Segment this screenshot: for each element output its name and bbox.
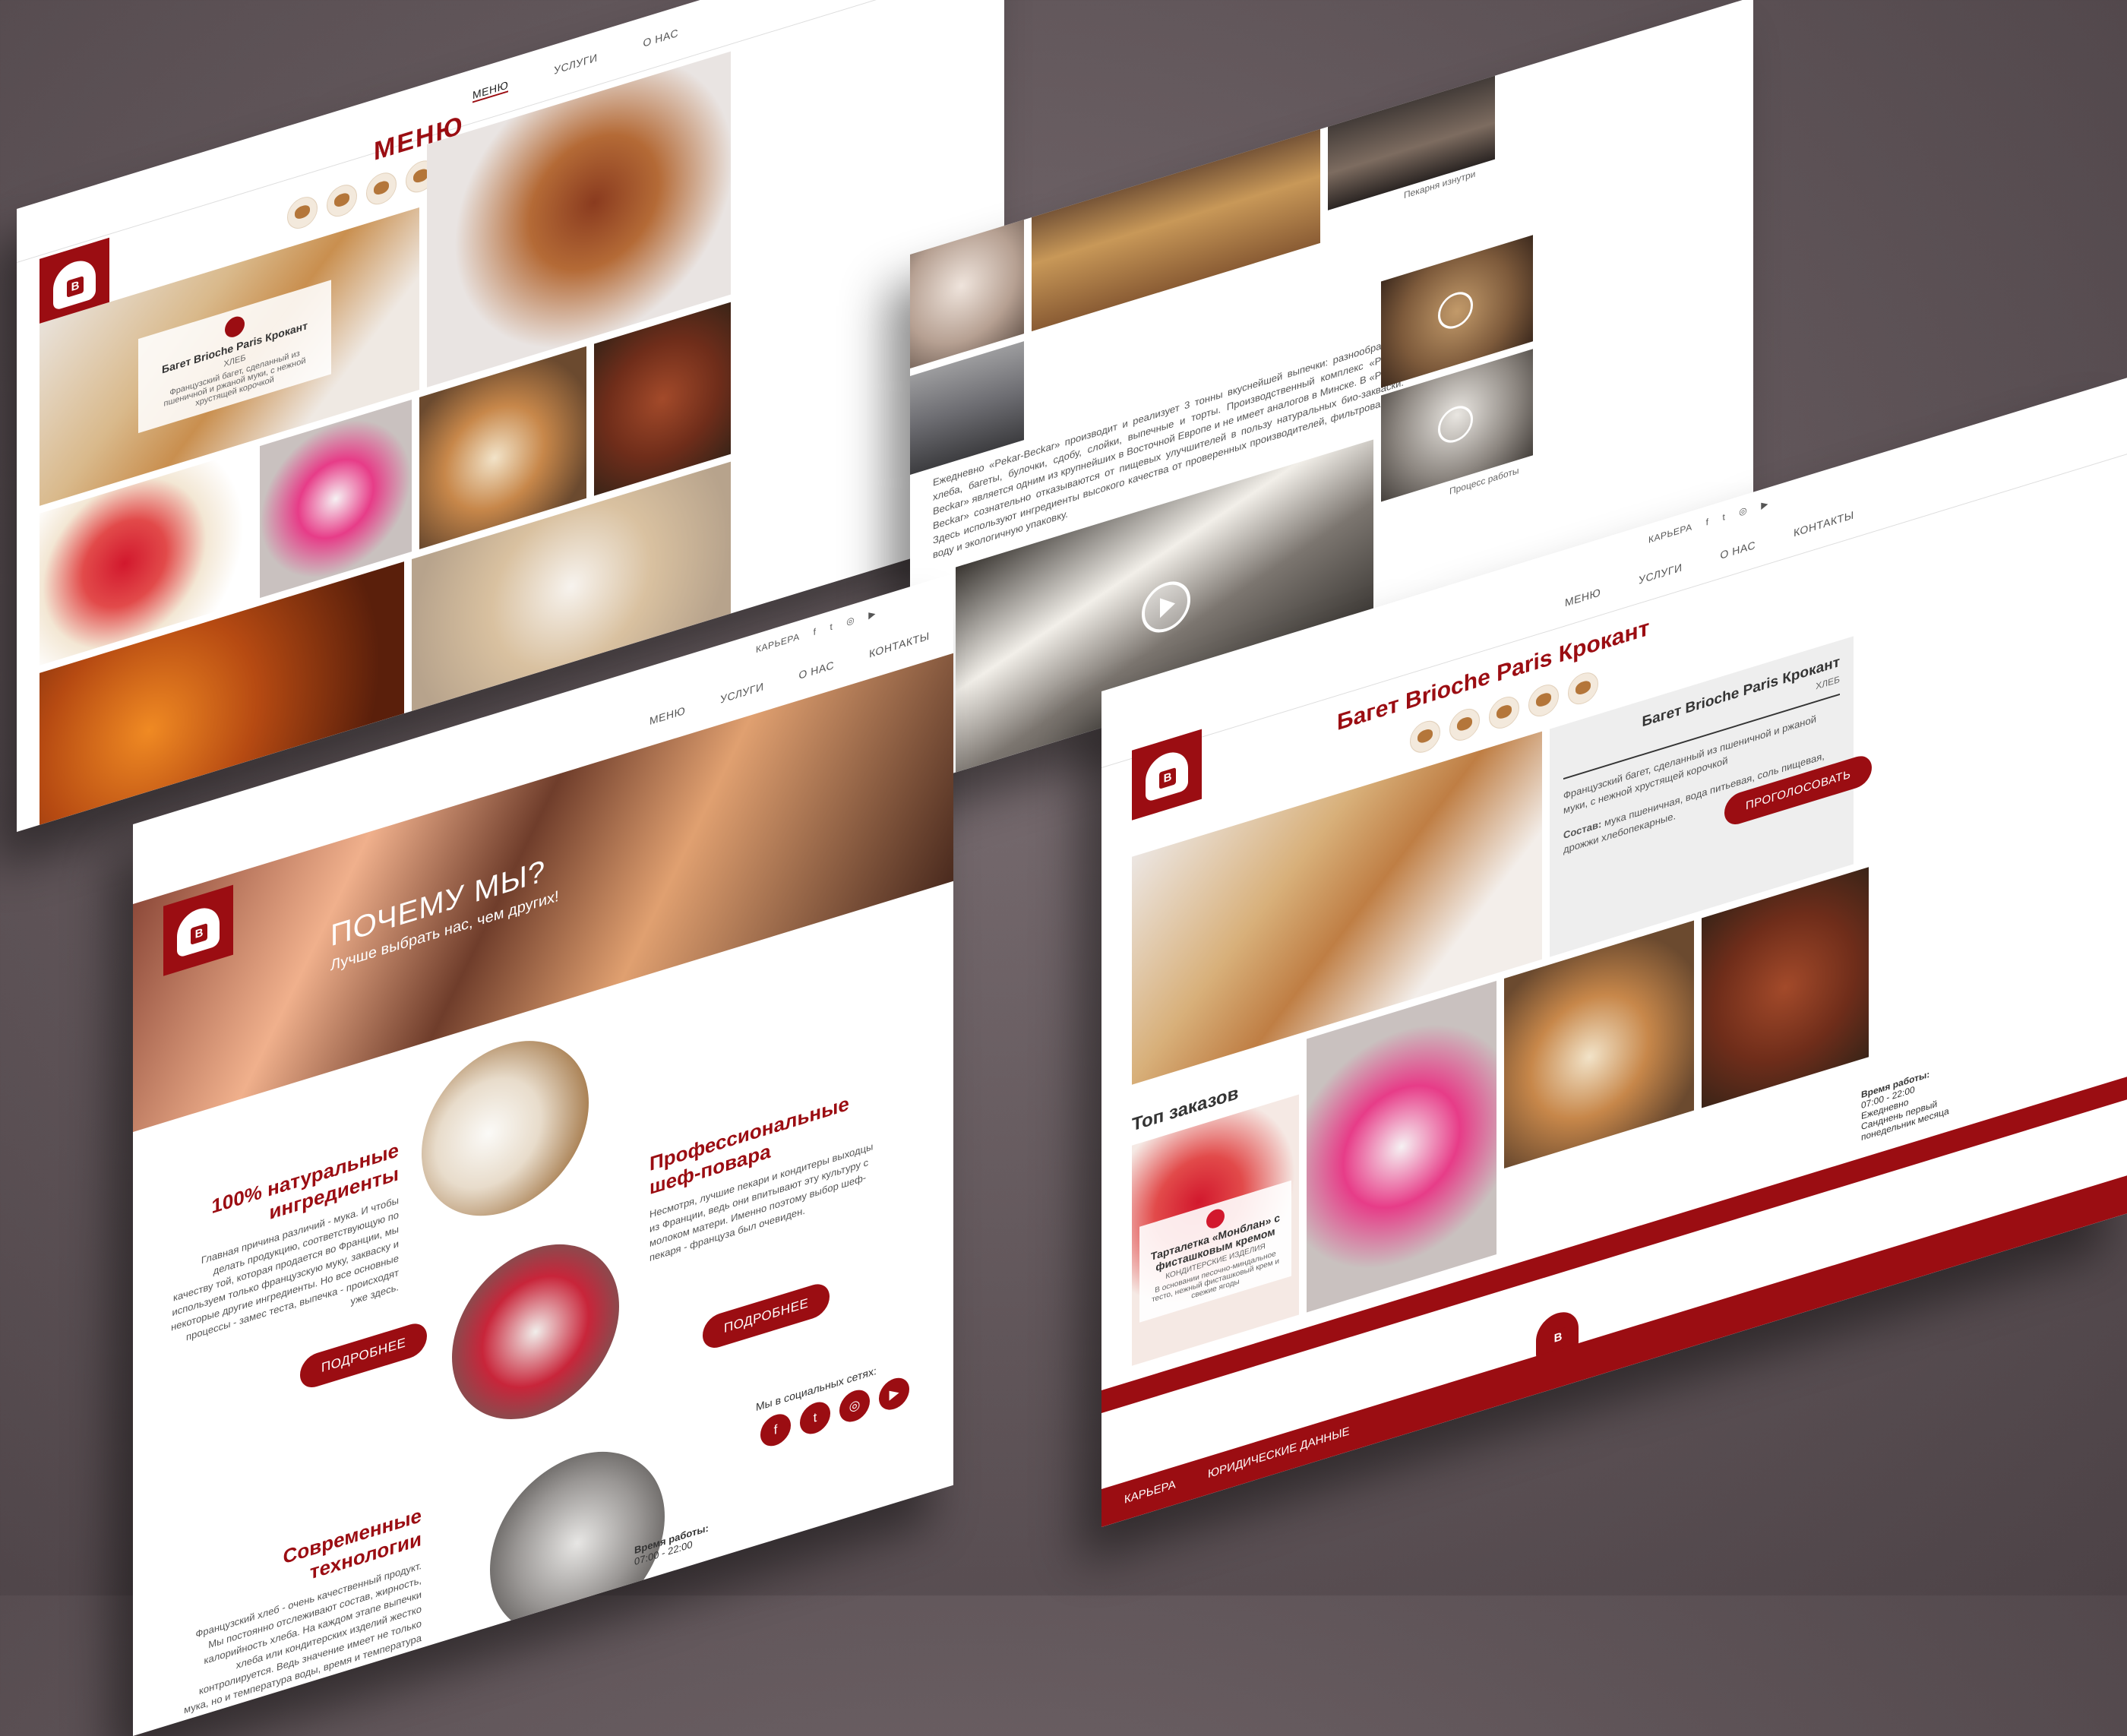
circle-chefs [452, 1222, 619, 1441]
cake-icon[interactable] [1489, 692, 1519, 733]
facebook-icon[interactable]: f [1706, 517, 1709, 528]
facebook-icon[interactable]: f [760, 1410, 791, 1450]
bread-icon[interactable] [1449, 704, 1480, 745]
product-overlay: Багет Brioche Paris Крокант ХЛЕБ Француз… [138, 280, 331, 434]
nav-about[interactable]: О НАС [1721, 539, 1756, 561]
chef-hat-icon [1146, 747, 1188, 803]
nav-career[interactable]: КАРЬЕРА [1648, 521, 1692, 545]
youtube-icon[interactable]: ▶ [1761, 498, 1768, 511]
mockup-scene: МЕНЮ УСЛУГИ О НАС МЕНЮ Багет Brioche Par… [0, 0, 2127, 1736]
more-button-2[interactable]: ПОДРОБНЕЕ [703, 1279, 830, 1352]
nav-career[interactable]: КАРЬЕРА [756, 631, 800, 656]
cookie-icon[interactable] [1568, 669, 1598, 709]
feature-natural: 100% натуральные ингредиенты Главная при… [171, 1138, 399, 1364]
tile-gingerbread[interactable] [1702, 867, 1869, 1108]
magnifier-icon[interactable] [1206, 1206, 1225, 1231]
nav-contacts[interactable]: КОНТАКТЫ [869, 629, 930, 659]
tile-flower-cake[interactable] [1307, 981, 1496, 1313]
nav-about[interactable]: О НАС [799, 659, 835, 681]
instagram-icon[interactable]: ◎ [846, 614, 855, 627]
instagram-icon[interactable]: ◎ [1739, 504, 1747, 517]
twitter-icon[interactable]: t [1722, 511, 1725, 523]
feature-chefs: Профессиональные шеф-повара Несмотря, лу… [649, 1083, 877, 1265]
nav-about[interactable]: О НАС [643, 27, 679, 51]
nav-menu[interactable]: МЕНЮ [649, 704, 685, 727]
footer-career[interactable]: КАРЬЕРА [1124, 1478, 1176, 1507]
nav-services[interactable]: УСЛУГИ [1639, 561, 1682, 587]
feature-tech: Современные технологии Французский хлеб … [179, 1504, 422, 1734]
play-icon[interactable] [1142, 575, 1190, 639]
play-icon[interactable] [1438, 401, 1473, 447]
why-page-nav-top: КАРЬЕРА f t ◎ ▶ [756, 608, 876, 655]
nav-services[interactable]: УСЛУГИ [720, 680, 763, 706]
cake-icon[interactable] [366, 169, 397, 209]
nav-services[interactable]: УСЛУГИ [554, 51, 597, 78]
bread-icon[interactable] [327, 181, 357, 221]
social-block: Мы в социальных сетях: ft◎▶ [756, 1353, 914, 1452]
croissant-icon[interactable] [1410, 716, 1440, 757]
facebook-icon[interactable]: f [814, 626, 817, 637]
nav-contacts[interactable]: КОНТАКТЫ [1794, 508, 1854, 539]
more-button-1[interactable]: ПОДРОБНЕЕ [300, 1319, 428, 1392]
twitter-icon[interactable]: t [830, 621, 833, 632]
youtube-icon[interactable]: ▶ [879, 1374, 909, 1414]
croissant-icon[interactable] [287, 192, 318, 233]
tile-gingerbread[interactable] [594, 302, 731, 496]
chef-hat-icon [177, 903, 220, 959]
twitter-icon[interactable]: t [800, 1398, 830, 1438]
nav-menu[interactable]: МЕНЮ [1565, 586, 1601, 609]
tart-overlay: Тарталетка «Монблан» с фисташковым кремо… [1139, 1180, 1291, 1323]
brand-logo[interactable] [1132, 729, 1202, 821]
pie-icon[interactable] [1528, 680, 1559, 721]
chef-hat-icon [53, 255, 96, 311]
play-icon[interactable] [1438, 287, 1473, 334]
instagram-icon[interactable]: ◎ [839, 1386, 870, 1426]
tile-tart[interactable]: Тарталетка «Монблан» с фисташковым кремо… [1132, 1094, 1299, 1366]
circle-ingredients [422, 1019, 589, 1238]
magnifier-icon[interactable] [225, 314, 245, 340]
photo-bakery-counter [1032, 121, 1320, 332]
nav-menu[interactable]: МЕНЮ [472, 78, 509, 103]
youtube-icon[interactable]: ▶ [868, 608, 876, 621]
footer-legal[interactable]: ЮРИДИЧЕСКИЕ ДАННЫЕ [1208, 1425, 1350, 1481]
